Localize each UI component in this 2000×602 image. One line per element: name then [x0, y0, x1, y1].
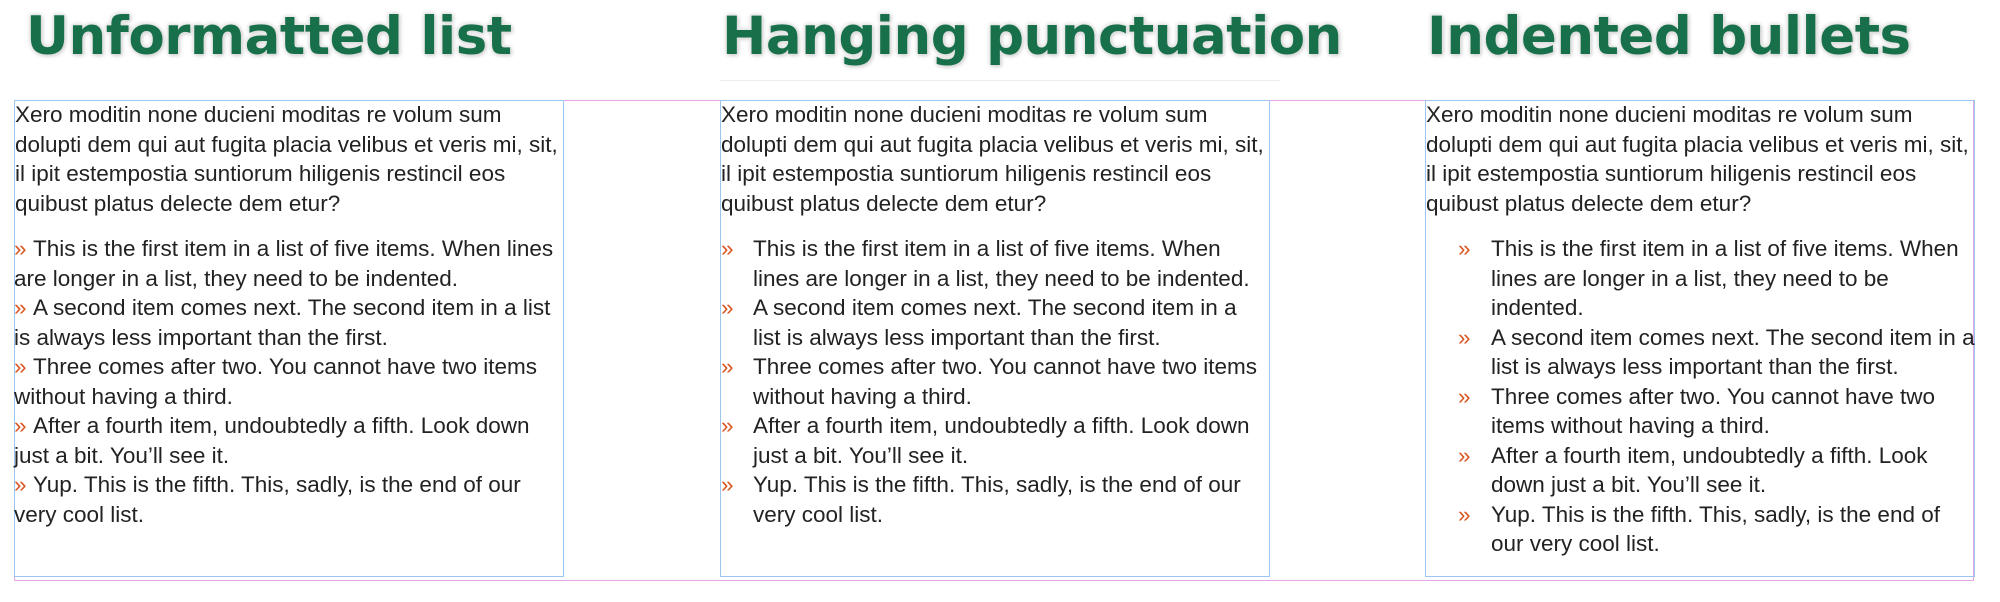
body-paragraph: Xero moditin none ducieni moditas re vol… — [1426, 102, 1969, 216]
list-item: » Yup. This is the fifth. This, sadly, is… — [720, 470, 1270, 529]
guide-line-bottom — [14, 580, 1974, 581]
guillemet-bullet-icon: » — [721, 354, 734, 379]
bullet-list: » This is the first item in a list of fiv… — [720, 234, 1270, 529]
guillemet-bullet-icon: » — [721, 236, 734, 261]
panel-heading: Hanging punctuation — [722, 6, 1342, 67]
list-item: » Three comes after two. You cannot have … — [1425, 382, 1975, 441]
list-item-text: After a fourth item, undoubtedly a fifth… — [14, 413, 530, 468]
list-item: » Yup. This is the fifth. This, sadly, is… — [1425, 500, 1975, 559]
list-item-text: Three comes after two. You cannot have t… — [1491, 383, 1936, 439]
guillemet-bullet-icon: » — [721, 472, 734, 497]
panel-heading: Indented bullets — [1427, 6, 1911, 67]
guillemet-bullet-icon: » — [14, 236, 27, 261]
list-item-text: After a fourth item, undoubtedly a fifth… — [1491, 442, 1928, 498]
guillemet-bullet-icon: » — [1458, 442, 1471, 468]
panel-heading: Unformatted list — [26, 6, 512, 67]
list-item: » This is the first item in a list of fiv… — [720, 234, 1270, 293]
list-item-text: A second item comes next. The second ite… — [753, 295, 1237, 350]
list-item: » After a fourth item, undoubtedly a fift… — [720, 411, 1270, 470]
body-paragraph: Xero moditin none ducieni moditas re vol… — [15, 102, 558, 216]
panel-content: Xero moditin none ducieni moditas re vol… — [1425, 100, 1975, 559]
list-item-text: Three comes after two. You cannot have t… — [753, 354, 1258, 409]
list-item-text: This is the first item in a list of five… — [1491, 236, 1959, 320]
guillemet-bullet-icon: » — [14, 354, 27, 379]
list-item: » This is the first item in a list of fiv… — [14, 234, 564, 293]
guillemet-bullet-icon: » — [721, 413, 734, 438]
list-item: » A second item comes next. The second it… — [1425, 323, 1975, 382]
body-paragraph: Xero moditin none ducieni moditas re vol… — [721, 102, 1264, 216]
list-item: » A second item comes next. The second it… — [720, 293, 1270, 352]
list-item-text: This is the first item in a list of five… — [14, 236, 554, 291]
bullet-list: » This is the first item in a list of fiv… — [14, 234, 564, 529]
guillemet-bullet-icon: » — [14, 413, 27, 438]
guillemet-bullet-icon: » — [14, 472, 27, 497]
guillemet-bullet-icon: » — [1458, 501, 1471, 527]
panel-content: Xero moditin none ducieni moditas re vol… — [720, 100, 1270, 529]
list-item-text: Yup. This is the fifth. This, sadly, is … — [14, 472, 521, 527]
list-item-text: Yup. This is the fifth. This, sadly, is … — [1491, 501, 1940, 557]
list-item-text: This is the first item in a list of five… — [753, 236, 1250, 291]
list-item-text: A second item comes next. The second ite… — [14, 295, 551, 350]
guillemet-bullet-icon: » — [1458, 324, 1471, 350]
list-item: » Three comes after two. You cannot have … — [720, 352, 1270, 411]
list-item-text: A second item comes next. The second ite… — [1491, 324, 1975, 380]
bullet-list: » This is the first item in a list of fiv… — [1425, 234, 1975, 559]
guillemet-bullet-icon: » — [721, 295, 734, 320]
list-item-text: Three comes after two. You cannot have t… — [14, 354, 538, 409]
list-item: » After a fourth item, undoubtedly a fift… — [14, 411, 564, 470]
guillemet-bullet-icon: » — [1458, 236, 1471, 261]
list-item: » A second item comes next. The second it… — [14, 293, 564, 352]
list-item-text: After a fourth item, undoubtedly a fifth… — [753, 413, 1250, 468]
list-item: » Yup. This is the fifth. This, sadly, is… — [14, 470, 564, 529]
guide-line-heading — [720, 80, 1280, 81]
panel-content: Xero moditin none ducieni moditas re vol… — [14, 100, 564, 529]
list-item-text: Yup. This is the fifth. This, sadly, is … — [753, 472, 1241, 527]
list-item: » Three comes after two. You cannot have … — [14, 352, 564, 411]
guillemet-bullet-icon: » — [1458, 383, 1471, 409]
guillemet-bullet-icon: » — [14, 295, 27, 320]
list-item: » After a fourth item, undoubtedly a fift… — [1425, 441, 1975, 500]
list-item: » This is the first item in a list of fiv… — [1425, 234, 1975, 323]
